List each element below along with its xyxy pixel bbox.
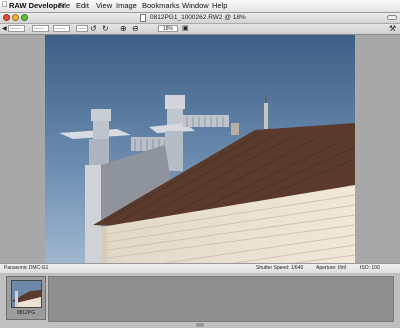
toolbar-field-2[interactable]: ------ [32,25,49,32]
camera-model: Panasonic DMC-G1 [4,265,49,271]
menu-view[interactable]: View [96,1,112,11]
toolbar-field-3[interactable]: ------ [53,25,70,32]
menu-window[interactable]: Window [182,1,209,11]
toolbar: ◀ ------- ------ ------ ------ ↺ ↻ ⊕ ⊖ 1… [0,24,400,38]
close-window-button[interactable] [3,14,10,21]
window-titlebar: 0812PG1_1000262.RW2 @ 18% [0,13,400,24]
window-title: 0812PG1_1000262.RW2 @ 18% [150,14,246,21]
toolbar-toggle-button[interactable] [387,15,397,20]
zoom-in-icon[interactable]: ⊕ [120,24,127,34]
zoom-window-button[interactable] [21,14,28,21]
image-viewer [0,35,400,263]
minimize-window-button[interactable] [12,14,19,21]
fit-window-icon[interactable]: ▣ [182,24,189,34]
zoom-out-icon[interactable]: ⊖ [132,24,139,34]
raw-photo[interactable] [45,35,355,263]
thumbnail-image [11,280,42,308]
filmstrip: 0812PG [0,273,400,328]
thumbnail[interactable]: 0812PG [6,276,46,320]
rotate-left-icon[interactable]: ↺ [90,24,97,34]
app-menu[interactable]: RAW Developer [9,1,65,11]
toolbar-field-4[interactable]: ------ [76,25,88,38]
menu-bar:  RAW Developer File Edit View Image Boo… [0,0,400,13]
aperture: Aperture: f/inf [316,265,347,271]
menu-image[interactable]: Image [116,1,137,11]
thumbnail-label: 0812PG [16,310,36,316]
shutter-speed: Shutter Speed: 1/640 [256,265,304,271]
document-icon [140,14,146,22]
menu-bookmarks[interactable]: Bookmarks [142,1,180,11]
tools-icon[interactable]: ⚒ [389,24,396,34]
rotate-right-icon[interactable]: ↻ [102,24,109,34]
resize-handle[interactable] [196,323,204,327]
iso: ISO: 100 [360,265,380,271]
left-arrow-icon[interactable]: ◀ [2,24,7,34]
zoom-level-field[interactable]: 18% [158,25,178,32]
menu-file[interactable]: File [58,1,70,11]
apple-menu-icon[interactable]:  [2,0,8,10]
filmstrip-track [48,276,394,322]
menu-help[interactable]: Help [212,1,227,11]
toolbar-field-1[interactable]: ------- [8,25,25,32]
menu-edit[interactable]: Edit [76,1,89,11]
